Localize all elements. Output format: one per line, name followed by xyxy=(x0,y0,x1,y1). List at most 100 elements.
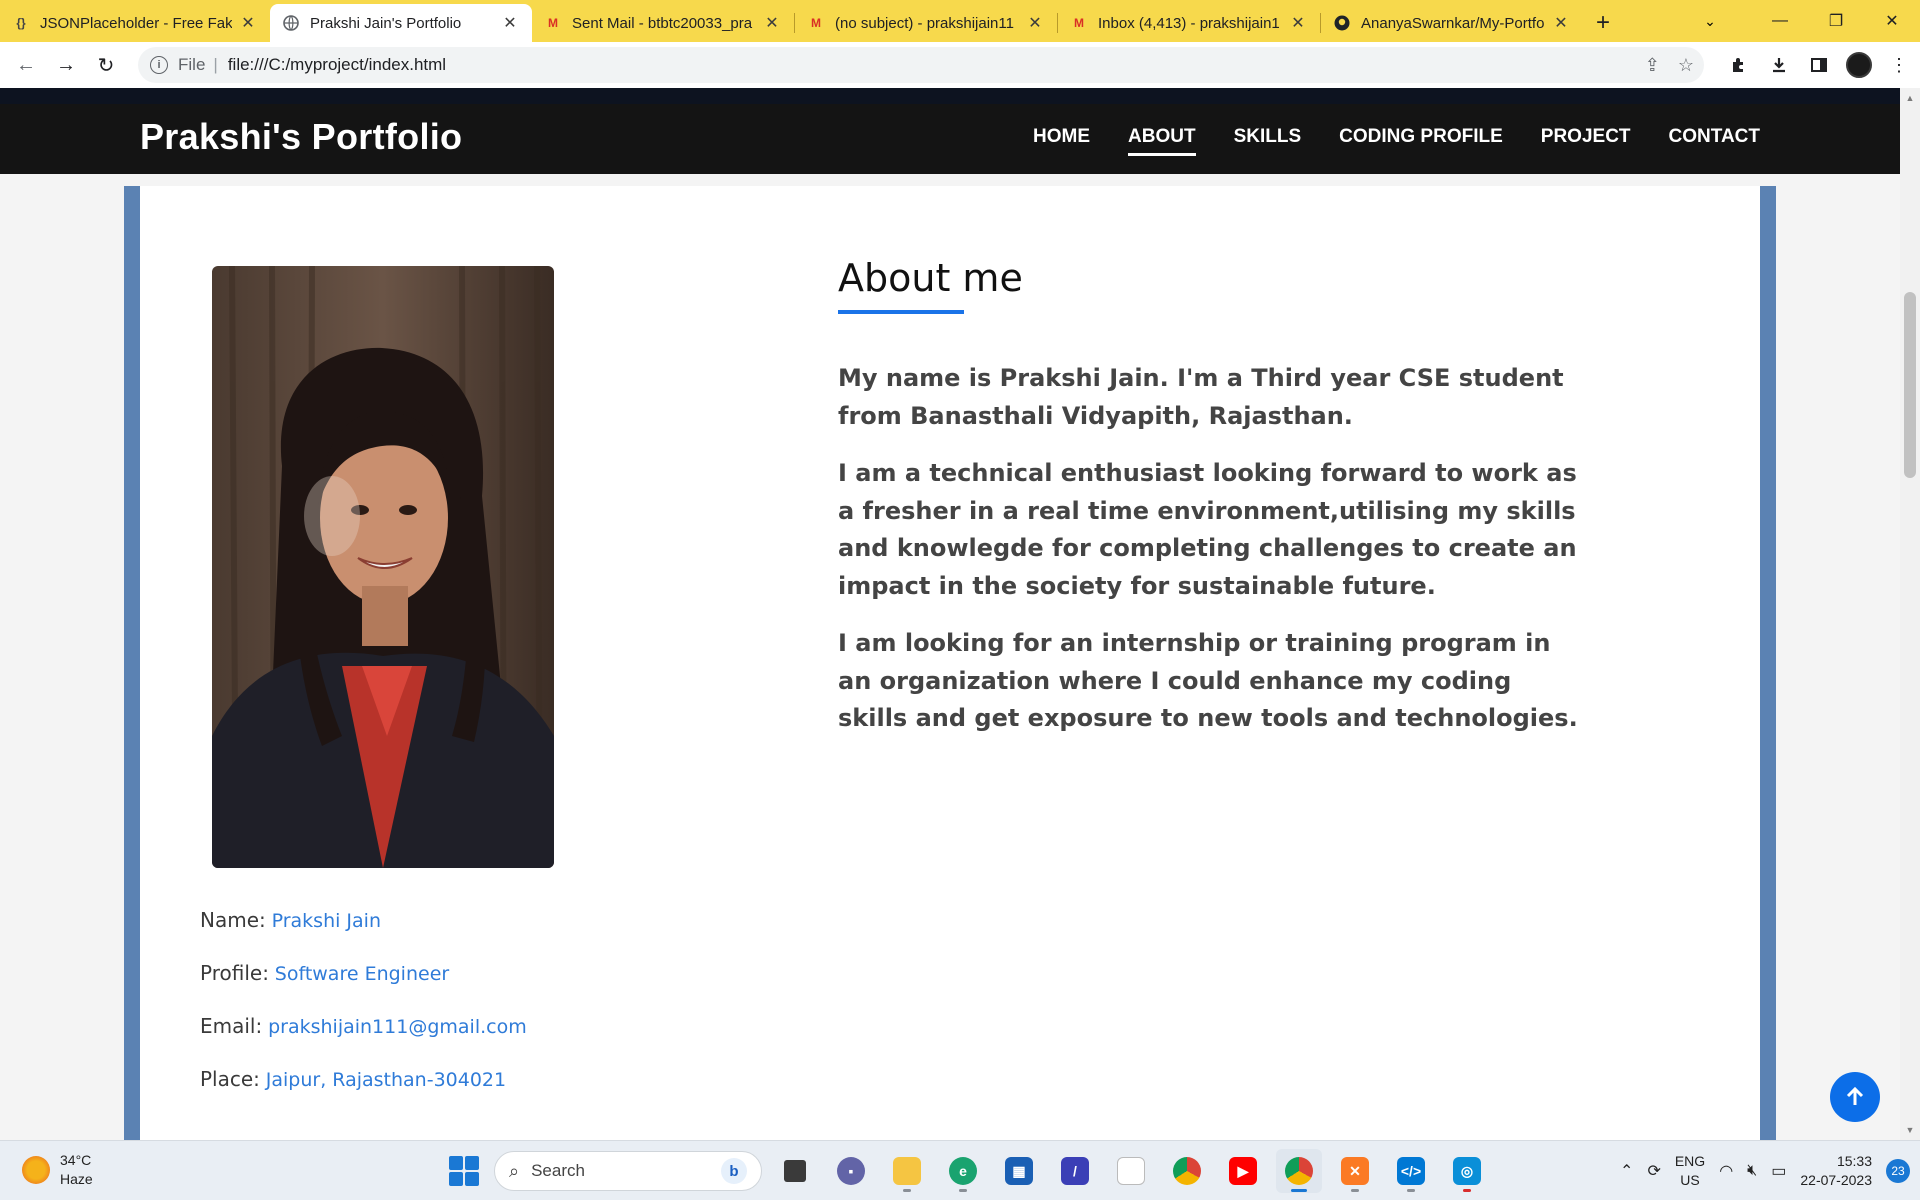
minimize-icon[interactable]: — xyxy=(1752,0,1808,42)
search-label: Search xyxy=(531,1161,585,1180)
dev-app-icon[interactable]: / xyxy=(1052,1149,1098,1193)
taskbar: 34°C Haze ⌕ Search b ▪ e ▦ / ▶ ✕ </> ◎ ⌃… xyxy=(0,1140,1920,1200)
browser-tab-active[interactable]: Prakshi Jain's Portfolio ✕ xyxy=(270,4,532,42)
start-button[interactable] xyxy=(444,1151,484,1191)
detail-label: Email: xyxy=(200,1014,263,1038)
detail-label: Profile: xyxy=(200,961,269,985)
wifi-icon[interactable]: ◠ xyxy=(1719,1161,1733,1181)
scroll-up-arrow-icon[interactable]: ▲ xyxy=(1900,90,1920,106)
reload-icon[interactable]: ↻ xyxy=(86,45,126,85)
forward-icon[interactable]: → xyxy=(46,45,86,85)
about-paragraph: I am a technical enthusiast looking forw… xyxy=(838,459,1577,600)
browser-tab[interactable]: {} JSONPlaceholder - Free Fak ✕ xyxy=(0,4,270,42)
tab-close-icon[interactable]: ✕ xyxy=(1551,13,1571,33)
chrome-profile-icon[interactable] xyxy=(1276,1149,1322,1193)
address-bar[interactable]: i File | file:///C:/myproject/index.html… xyxy=(138,47,1704,83)
vscode-icon[interactable]: </> xyxy=(1388,1149,1434,1193)
weather-temp: 34°C xyxy=(60,1152,92,1168)
tab-title: (no subject) - prakshijain11 xyxy=(835,14,1014,32)
detail-value: Prakshi Jain xyxy=(271,910,382,932)
window-controls: — ❐ ✕ xyxy=(1752,0,1920,42)
profile-photo xyxy=(212,266,554,868)
download-icon[interactable] xyxy=(1766,52,1792,78)
speaker-muted-icon[interactable]: 🔇︎ xyxy=(1747,1162,1757,1180)
site-navbar: Prakshi's Portfolio HOME ABOUT SKILLS CO… xyxy=(0,104,1900,174)
detail-value: Software Engineer xyxy=(274,963,450,985)
github-icon xyxy=(1333,14,1351,32)
kebab-menu-icon[interactable]: ⋮ xyxy=(1886,52,1912,78)
tab-close-icon[interactable]: ✕ xyxy=(1025,13,1045,33)
notepad-icon[interactable] xyxy=(1108,1149,1154,1193)
url-separator: | xyxy=(213,55,218,74)
scroll-to-top-button[interactable] xyxy=(1830,1072,1880,1122)
site-menu: HOME ABOUT SKILLS CODING PROFILE PROJECT… xyxy=(1033,126,1760,156)
tab-close-icon[interactable]: ✕ xyxy=(762,13,782,33)
about-paragraph: My name is Prakshi Jain. I'm a Third yea… xyxy=(838,364,1564,430)
edge-icon[interactable]: e xyxy=(940,1149,986,1193)
nav-contact[interactable]: CONTACT xyxy=(1669,126,1760,156)
arrow-up-icon xyxy=(1846,1086,1864,1105)
page-scrollbar[interactable]: ▲ ▼ xyxy=(1900,88,1920,1140)
about-section: Name: Prakshi Jain Profile: Software Eng… xyxy=(140,186,1760,1140)
browser-tab[interactable]: AnanyaSwarnkar/My-Portfo ✕ xyxy=(1321,4,1583,42)
chevron-down-icon[interactable]: ⌄ xyxy=(1692,4,1728,38)
nav-home[interactable]: HOME xyxy=(1033,126,1090,156)
restore-icon[interactable]: ❐ xyxy=(1808,0,1864,42)
store-icon[interactable]: ▦ xyxy=(996,1149,1042,1193)
file-explorer-icon[interactable] xyxy=(884,1149,930,1193)
browser-tab[interactable]: M Sent Mail - btbtc20033_pra ✕ xyxy=(532,4,794,42)
chrome-icon[interactable] xyxy=(1164,1149,1210,1193)
battery-icon[interactable]: ▭ xyxy=(1771,1161,1786,1181)
new-tab-icon[interactable]: + xyxy=(1583,4,1623,42)
side-panel-icon[interactable] xyxy=(1806,52,1832,78)
sync-icon[interactable]: ⟳ xyxy=(1647,1161,1660,1181)
scroll-down-arrow-icon[interactable]: ▼ xyxy=(1900,1122,1920,1138)
nav-skills[interactable]: SKILLS xyxy=(1234,126,1302,156)
bookmark-star-icon[interactable]: ☆ xyxy=(1678,55,1694,76)
gmail-icon: M xyxy=(811,16,821,30)
weather-widget[interactable]: 34°C Haze xyxy=(22,1151,93,1189)
hero-bottom-strip xyxy=(0,88,1900,104)
taskbar-apps: ⌕ Search b ▪ e ▦ / ▶ ✕ </> ◎ xyxy=(444,1149,1490,1193)
nav-project[interactable]: PROJECT xyxy=(1541,126,1631,156)
tab-close-icon[interactable]: ✕ xyxy=(500,13,520,33)
detail-profile: Profile: Software Engineer xyxy=(200,961,527,987)
nav-about[interactable]: ABOUT xyxy=(1128,126,1196,156)
site-brand[interactable]: Prakshi's Portfolio xyxy=(140,116,462,158)
teams-chat-icon[interactable]: ▪ xyxy=(828,1149,874,1193)
youtube-icon[interactable]: ▶ xyxy=(1220,1149,1266,1193)
about-text-block: About me My name is Prakshi Jain. I'm a … xyxy=(838,256,1578,738)
browser-tab[interactable]: M Inbox (4,413) - prakshijain1 ✕ xyxy=(1058,4,1320,42)
lang-code: ENG xyxy=(1674,1153,1706,1169)
close-icon[interactable]: ✕ xyxy=(1864,0,1920,42)
info-icon[interactable]: i xyxy=(150,56,168,74)
heading-underline xyxy=(838,310,964,314)
chevron-up-icon[interactable]: ⌃ xyxy=(1620,1161,1633,1181)
extensions-icon[interactable] xyxy=(1726,52,1752,78)
task-view-icon[interactable] xyxy=(772,1149,818,1193)
profile-avatar[interactable] xyxy=(1846,52,1872,78)
notification-badge[interactable]: 23 xyxy=(1886,1159,1910,1183)
scrollbar-thumb[interactable] xyxy=(1904,292,1916,478)
snipping-tool-icon[interactable]: ◎ xyxy=(1444,1149,1490,1193)
taskbar-search[interactable]: ⌕ Search b xyxy=(494,1151,762,1191)
back-icon[interactable]: ← xyxy=(6,45,46,85)
browser-tab[interactable]: M (no subject) - prakshijain11 ✕ xyxy=(795,4,1057,42)
nav-coding-profile[interactable]: CODING PROFILE xyxy=(1339,126,1503,156)
clock-date: 22-07-2023 xyxy=(1800,1172,1872,1188)
url-text[interactable]: file:///C:/myproject/index.html xyxy=(228,55,446,75)
clock-time: 15:33 xyxy=(1836,1153,1872,1169)
share-icon[interactable]: ⇪ xyxy=(1645,55,1660,76)
about-heading: About me xyxy=(838,256,1023,300)
detail-value[interactable]: prakshijain111@gmail.com xyxy=(268,1016,527,1038)
tab-title: JSONPlaceholder - Free Fak xyxy=(40,14,232,32)
globe-icon xyxy=(282,14,300,32)
tab-close-icon[interactable]: ✕ xyxy=(1288,13,1308,33)
language-indicator[interactable]: ENG US xyxy=(1675,1152,1705,1190)
bing-icon[interactable]: b xyxy=(721,1158,747,1184)
region-code: US xyxy=(1680,1172,1700,1188)
xampp-icon[interactable]: ✕ xyxy=(1332,1149,1378,1193)
tab-close-icon[interactable]: ✕ xyxy=(238,13,258,33)
about-paragraph: I am looking for an internship or traini… xyxy=(838,629,1578,732)
clock[interactable]: 15:33 22-07-2023 xyxy=(1800,1152,1872,1190)
